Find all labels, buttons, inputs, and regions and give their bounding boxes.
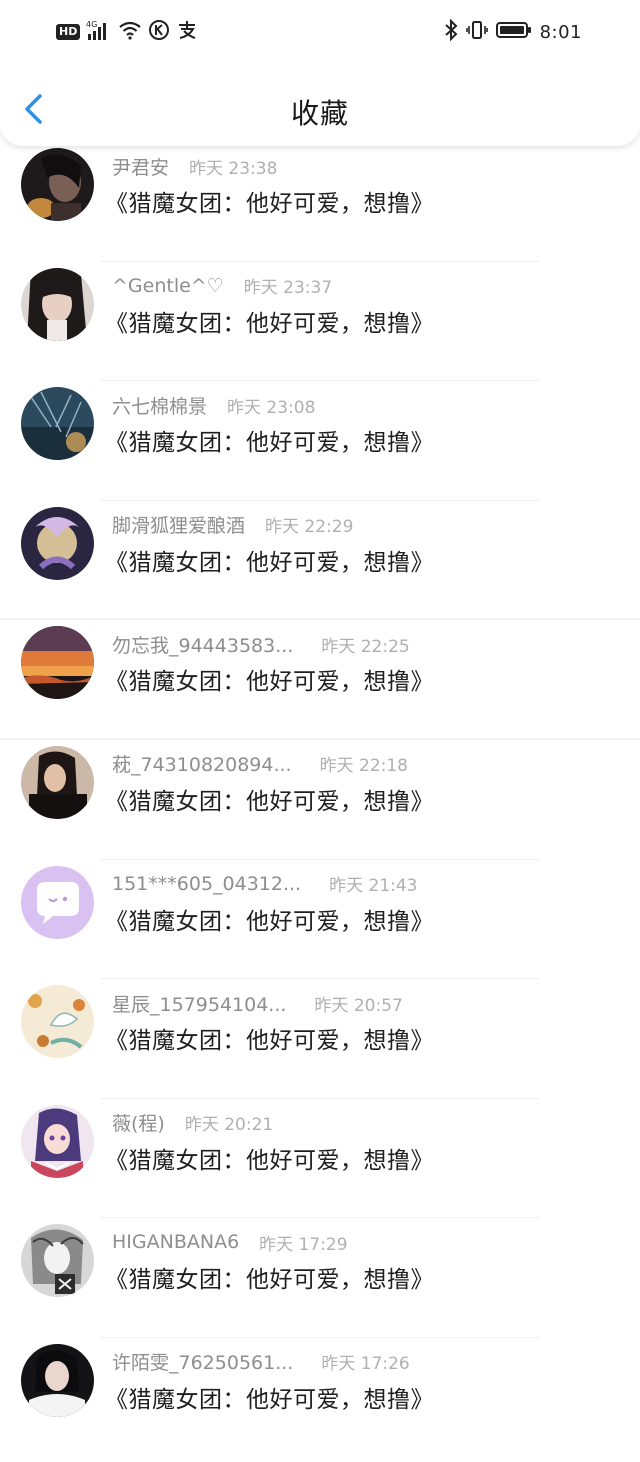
timestamp: 昨天 17:29 (259, 1234, 348, 1255)
timestamp: 昨天 22:29 (265, 517, 354, 538)
vibrate-icon (465, 19, 488, 45)
item-content[interactable]: 《猎魔女团：他好可爱，想撸》 (105, 543, 434, 577)
timestamp: 昨天 22:25 (321, 636, 410, 657)
item-meta: 许陌雯_76250561... 昨天 17:26 (112, 1348, 410, 1376)
username[interactable]: 151***605_04312... (112, 873, 301, 895)
item-meta: 脚滑狐狸爱酿酒 昨天 22:29 (112, 511, 353, 539)
avatar[interactable] (21, 985, 94, 1059)
avatar[interactable] (21, 865, 94, 939)
username[interactable]: 脚滑狐狸爱酿酒 (112, 511, 245, 538)
item-content[interactable]: 《猎魔女团：他好可爱，想撸》 (105, 1260, 434, 1294)
item-content[interactable]: 《猎魔女团：他好可爱，想撸》 (105, 782, 434, 816)
item-content[interactable]: 《猎魔女团：他好可爱，想撸》 (105, 1141, 434, 1175)
timestamp: 昨天 23:08 (227, 397, 316, 418)
username[interactable]: ^Gentle^♡ (112, 275, 224, 297)
divider (100, 260, 540, 262)
list-item[interactable]: 151***605_04312... 昨天 21:43 《猎魔女团：他好可爱，想… (0, 864, 640, 984)
avatar[interactable] (21, 148, 94, 221)
favorites-list: 尹君安 昨天 23:38 《猎魔女团：他好可爱，想撸》 ^Gentle^♡ 昨天… (0, 146, 640, 1462)
status-bar-left: HD 4G (56, 20, 198, 44)
status-time: 8:01 (539, 21, 582, 43)
divider (100, 499, 540, 501)
k-app-icon (148, 19, 170, 45)
list-item[interactable]: 薇(程) 昨天 20:21 《猎魔女团：他好可爱，想撸》 (0, 1103, 640, 1223)
divider (100, 1097, 540, 1099)
item-meta: 尹君安 昨天 23:38 (112, 152, 277, 180)
list-item[interactable]: 勿忘我_94443583... 昨天 22:25 《猎魔女团：他好可爱，想撸》 (0, 624, 640, 744)
signal-icon: 4G (86, 19, 112, 45)
status-bar: HD 4G 8:01 (0, 0, 640, 64)
item-meta: 六七棉棉景 昨天 23:08 (112, 391, 315, 419)
item-meta: 星辰_157954104... 昨天 20:57 (112, 989, 403, 1017)
item-meta: 151***605_04312... 昨天 21:43 (112, 870, 418, 898)
list-item[interactable]: 六七棉棉景 昨天 23:08 《猎魔女团：他好可爱，想撸》 (0, 385, 640, 505)
wifi-icon (118, 20, 142, 44)
divider (0, 618, 640, 621)
divider (100, 380, 540, 382)
item-meta: HIGANBANA6 昨天 17:29 (112, 1228, 348, 1256)
username[interactable]: 勿忘我_94443583... (112, 631, 293, 658)
list-item[interactable]: HIGANBANA6 昨天 17:29 《猎魔女团：他好可爱，想撸》 (0, 1222, 640, 1342)
list-item[interactable]: 许陌雯_76250561... 昨天 17:26 《猎魔女团：他好可爱，想撸》 (0, 1342, 640, 1462)
divider (100, 1336, 540, 1338)
timestamp: 昨天 21:43 (329, 876, 418, 897)
divider (100, 1217, 540, 1219)
divider (0, 737, 640, 740)
item-content[interactable]: 《猎魔女团：他好可爱，想撸》 (105, 1380, 434, 1414)
list-item[interactable]: 脚滑狐狸爱酿酒 昨天 22:29 《猎魔女团：他好可爱，想撸》 (0, 505, 640, 625)
username[interactable]: HIGANBANA6 (112, 1231, 239, 1253)
item-meta: 勿忘我_94443583... 昨天 22:25 (112, 630, 410, 658)
username[interactable]: 尹君安 (112, 153, 169, 180)
item-meta: 萙_74310820894... 昨天 22:18 (112, 750, 408, 778)
item-meta: ^Gentle^♡ 昨天 23:37 (112, 272, 332, 300)
timestamp: 昨天 20:21 (184, 1115, 274, 1136)
divider (100, 858, 540, 860)
item-content[interactable]: 《猎魔女团：他好可爱，想撸》 (105, 1021, 434, 1055)
avatar[interactable] (21, 1224, 94, 1298)
timestamp: 昨天 23:37 (243, 278, 333, 299)
list-item[interactable]: 尹君安 昨天 23:38 《猎魔女团：他好可爱，想撸》 (0, 146, 640, 266)
item-content[interactable]: 《猎魔女团：他好可爱，想撸》 (105, 662, 434, 696)
username[interactable]: 六七棉棉景 (112, 392, 207, 419)
username[interactable]: 萙_74310820894... (112, 750, 292, 777)
avatar[interactable] (21, 506, 94, 580)
username[interactable]: 许陌雯_76250561... (112, 1348, 293, 1375)
list-item[interactable]: 星辰_157954104... 昨天 20:57 《猎魔女团：他好可爱，想撸》 (0, 983, 640, 1103)
username[interactable]: 星辰_157954104... (112, 990, 286, 1017)
avatar[interactable] (21, 267, 94, 341)
divider (100, 978, 540, 980)
top-nav-bar: 收藏 (0, 64, 640, 146)
avatar[interactable] (21, 1343, 94, 1417)
page-title: 收藏 (290, 97, 349, 130)
alipay-icon (176, 19, 198, 45)
username[interactable]: 薇(程) (112, 1109, 165, 1136)
timestamp: 昨天 23:38 (189, 158, 278, 179)
hd-badge: HD (56, 24, 81, 40)
network-type-label: 4G (86, 20, 97, 29)
timestamp: 昨天 20:57 (314, 995, 403, 1016)
status-bar-right: 8:01 (444, 18, 582, 45)
item-content[interactable]: 《猎魔女团：他好可爱，想撸》 (105, 304, 434, 338)
avatar[interactable] (21, 745, 94, 819)
item-content[interactable]: 《猎魔女团：他好可爱，想撸》 (105, 184, 434, 218)
battery-icon (495, 20, 532, 44)
list-item[interactable]: ^Gentle^♡ 昨天 23:37 《猎魔女团：他好可爱，想撸》 (0, 266, 640, 386)
avatar[interactable] (21, 626, 94, 700)
timestamp: 昨天 22:18 (319, 756, 408, 777)
item-content[interactable]: 《猎魔女团：他好可爱，想撸》 (105, 423, 434, 457)
bluetooth-icon (444, 18, 458, 45)
avatar[interactable] (21, 1104, 94, 1178)
item-content[interactable]: 《猎魔女团：他好可爱，想撸》 (105, 902, 434, 936)
timestamp: 昨天 17:26 (321, 1354, 410, 1375)
item-meta: 薇(程) 昨天 20:21 (112, 1109, 273, 1137)
avatar[interactable] (21, 387, 94, 461)
list-item[interactable]: 萙_74310820894... 昨天 22:18 《猎魔女团：他好可爱，想撸》 (0, 744, 640, 864)
